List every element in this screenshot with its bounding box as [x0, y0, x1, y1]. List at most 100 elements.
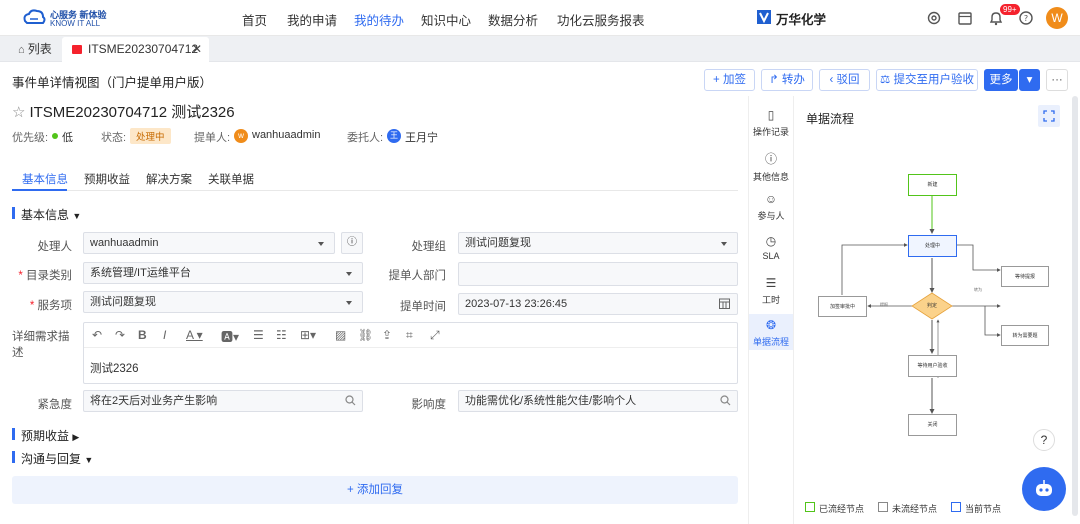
- flow-node-processing[interactable]: 处理中: [908, 235, 957, 257]
- tab-list-label: 列表: [27, 42, 52, 56]
- bold-icon[interactable]: B: [138, 328, 147, 342]
- impact-field[interactable]: 功能需优化/系统性能欠佳/影响个人: [458, 390, 738, 412]
- flow-node-check[interactable]: 加签审批中: [818, 296, 867, 317]
- section-basic-info[interactable]: 基本信息 ▼: [21, 206, 81, 223]
- nav-my-requests[interactable]: 我的申请: [287, 10, 337, 29]
- tab-solution[interactable]: 解决方案: [146, 171, 192, 187]
- ticket-title-text: ITSME20230704712 测试2326: [29, 104, 235, 121]
- search-icon[interactable]: [720, 395, 731, 406]
- service-select[interactable]: 测试问题复现: [83, 291, 363, 313]
- scrollbar[interactable]: [1072, 96, 1078, 516]
- section-marker: [12, 207, 15, 219]
- italic-icon[interactable]: I: [163, 328, 166, 342]
- redo-icon[interactable]: ↷: [115, 328, 125, 342]
- caret-down-icon: ▼: [72, 211, 82, 221]
- submit-label: 提交至用户验收: [893, 74, 975, 86]
- expand-icon: [1043, 110, 1055, 122]
- help-float-button[interactable]: ?: [1033, 429, 1055, 451]
- legend-current: 当前节点: [965, 504, 1002, 514]
- add-reply-button[interactable]: + 添加回复: [12, 476, 738, 504]
- tab-related[interactable]: 关联单据: [208, 171, 254, 187]
- worktime-icon: ☰: [765, 276, 777, 290]
- nav-reports[interactable]: 功化云服务报表: [557, 10, 645, 29]
- expand-button[interactable]: [1038, 105, 1060, 127]
- editor-divider: [84, 347, 737, 348]
- delegate-value: 王月宁: [405, 132, 438, 144]
- flow-node-new[interactable]: 新建: [908, 174, 957, 196]
- document-icon: ▯: [767, 108, 775, 122]
- legend-unpassed-swatch: [878, 502, 888, 512]
- sidebar-label: 参与人: [757, 211, 785, 221]
- user-avatar[interactable]: W: [1046, 7, 1068, 29]
- more-dropdown-button[interactable]: ▾: [1019, 69, 1040, 91]
- settings-icon[interactable]: [926, 10, 942, 26]
- handler-select[interactable]: wanhuaadmin: [83, 232, 335, 254]
- tab-list[interactable]: ⌂ 列表: [10, 36, 60, 62]
- page-title: 事件单详情视图（门户提单用户版）: [12, 76, 213, 90]
- bullet-list-icon[interactable]: ☰: [253, 328, 264, 342]
- tab-basic-info[interactable]: 基本信息: [22, 171, 68, 187]
- transfer-button[interactable]: ↱ 转办: [761, 69, 813, 91]
- notification-badge: 99+: [1000, 4, 1020, 15]
- tab-ticket[interactable]: ITSME20230704712 ✕: [62, 37, 209, 62]
- nav-my-todo[interactable]: 我的待办: [354, 10, 404, 29]
- close-icon[interactable]: ✕: [192, 37, 202, 62]
- tab-expected-benefit[interactable]: 预期收益: [84, 171, 130, 187]
- submit-acceptance-button[interactable]: ⚖ 提交至用户验收: [876, 69, 978, 91]
- link-icon[interactable]: ⛓: [358, 328, 373, 342]
- flow-node-transfer[interactable]: 转为需要题: [1001, 325, 1049, 346]
- image-icon[interactable]: ▨: [335, 328, 346, 342]
- ellipsis-button[interactable]: ···: [1046, 69, 1068, 91]
- priority-label: 优先级:: [12, 132, 49, 144]
- sidebar-item-flow[interactable]: ❂ 单据流程: [749, 314, 793, 350]
- search-icon[interactable]: [345, 395, 356, 406]
- section-communication[interactable]: 沟通与回复 ▼: [21, 450, 93, 467]
- calendar-icon[interactable]: [957, 10, 973, 26]
- table-icon[interactable]: ⊞▾: [300, 328, 316, 342]
- numbered-list-icon[interactable]: ☷: [276, 328, 287, 342]
- assistant-bot-button[interactable]: [1022, 467, 1066, 511]
- creator-avatar: w: [234, 129, 248, 143]
- flow-node-accept[interactable]: 等待用户验收: [908, 355, 957, 377]
- nav-knowledge[interactable]: 知识中心: [421, 10, 471, 29]
- code-icon[interactable]: ⌗: [406, 328, 413, 343]
- home-icon: ⌂: [18, 44, 28, 56]
- star-icon[interactable]: ☆: [12, 104, 25, 121]
- more-button[interactable]: 更多: [984, 69, 1018, 91]
- reject-label: 驳回: [836, 74, 860, 86]
- sidebar-item-operation-log[interactable]: ▯ 操作记录: [749, 108, 793, 138]
- catalog-label-text: 目录类别: [26, 270, 72, 282]
- fullscreen-icon[interactable]: ⤢: [430, 328, 440, 343]
- section-marker: [12, 428, 15, 440]
- creator-label: 提单人:: [194, 132, 231, 144]
- highlight-icon[interactable]: 🅰▾: [221, 328, 239, 345]
- time-field[interactable]: 2023-07-13 23:26:45: [458, 293, 738, 315]
- chevron-down-icon: [346, 272, 352, 276]
- dept-field[interactable]: [458, 262, 738, 286]
- font-color-icon[interactable]: A ▾: [186, 328, 203, 342]
- nav-home[interactable]: 首页: [242, 10, 267, 29]
- calendar-icon[interactable]: [719, 298, 730, 309]
- section-benefit[interactable]: 预期收益 ▶: [21, 427, 79, 444]
- info-button[interactable]: ⓘ: [341, 232, 363, 254]
- company-name[interactable]: 万华化学: [776, 9, 826, 28]
- flow-node-judge[interactable]: 判定: [918, 296, 946, 316]
- sidebar-item-sla[interactable]: ◷ SLA: [749, 234, 793, 261]
- catalog-select[interactable]: 系统管理/IT运维平台: [83, 262, 363, 284]
- sidebar-item-worktime[interactable]: ☰ 工时: [749, 276, 793, 306]
- sidebar-item-other-info[interactable]: ⓘ 其他信息: [749, 150, 793, 183]
- urgency-field[interactable]: 将在2天后对业务产生影响: [83, 390, 363, 412]
- flow-node-wait[interactable]: 等待提报: [1001, 266, 1049, 287]
- reject-button[interactable]: ‹ 驳回: [819, 69, 870, 91]
- flow-node-close[interactable]: 关闭: [908, 414, 957, 436]
- add-sign-button[interactable]: + 加签: [704, 69, 755, 91]
- undo-icon[interactable]: ↶: [92, 328, 102, 342]
- group-select[interactable]: 测试问题复现: [458, 232, 738, 254]
- help-icon[interactable]: ?: [1018, 10, 1034, 26]
- upload-icon[interactable]: ⇪: [382, 328, 392, 342]
- time-label: 提单时间: [400, 301, 446, 313]
- legend-unpassed: 未流经节点: [892, 504, 938, 514]
- sidebar-item-participants[interactable]: ☺ 参与人: [749, 192, 793, 222]
- nav-analytics[interactable]: 数据分析: [488, 10, 538, 29]
- subtab-divider: [12, 190, 738, 191]
